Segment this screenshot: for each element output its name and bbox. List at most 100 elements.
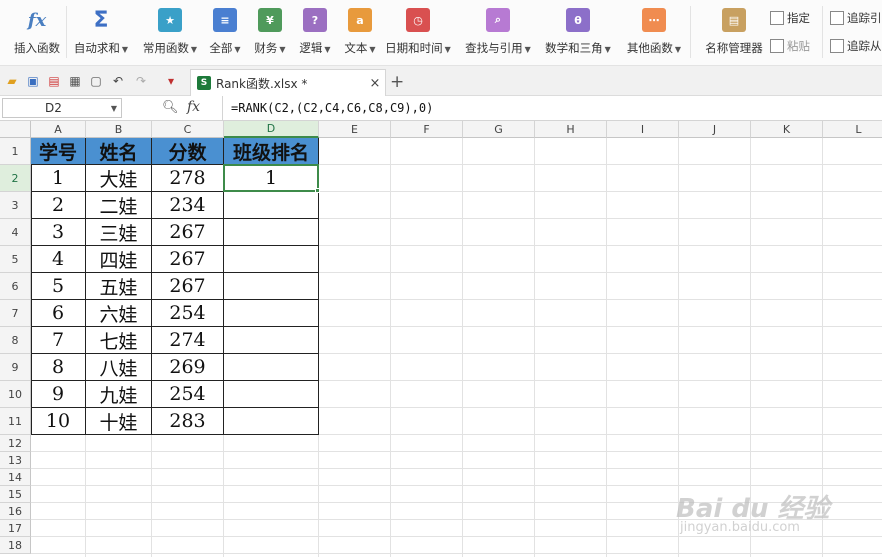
- table-cell[interactable]: [224, 300, 319, 327]
- column-header-C[interactable]: C: [152, 121, 224, 138]
- table-cell[interactable]: 7: [31, 327, 86, 354]
- table-cell[interactable]: 3: [31, 219, 86, 246]
- insert-function-icon[interactable]: fx: [187, 99, 200, 115]
- ribbon-button-6[interactable]: a 文本 ▼: [341, 6, 379, 62]
- document-tab[interactable]: S Rank函数.xlsx * ×: [190, 69, 386, 96]
- table-cell[interactable]: 10: [31, 408, 86, 435]
- ribbon-button-10[interactable]: ⋯ 其他函数 ▼: [622, 6, 686, 62]
- header-cell[interactable]: 学号: [31, 138, 86, 165]
- table-cell[interactable]: 274: [152, 327, 224, 354]
- export-pdf-icon[interactable]: ▤: [46, 73, 62, 89]
- row-header-12[interactable]: 12: [0, 435, 31, 452]
- redo-icon[interactable]: ↷: [133, 73, 149, 89]
- column-header-L[interactable]: L: [823, 121, 882, 138]
- save-icon[interactable]: ▣: [25, 73, 41, 89]
- row-header-16[interactable]: 16: [0, 503, 31, 520]
- name-box[interactable]: D2 ▼: [2, 98, 122, 118]
- ribbon-button-0[interactable]: fx 插入函数: [8, 6, 66, 62]
- column-header-G[interactable]: G: [463, 121, 535, 138]
- new-tab-button[interactable]: +: [390, 72, 404, 92]
- close-tab-icon[interactable]: ×: [365, 76, 385, 91]
- row-header-7[interactable]: 7: [0, 300, 31, 327]
- table-cell[interactable]: [224, 381, 319, 408]
- column-header-A[interactable]: A: [31, 121, 86, 138]
- row-header-2[interactable]: 2: [0, 165, 31, 192]
- table-cell[interactable]: [224, 219, 319, 246]
- column-header-D[interactable]: D: [224, 121, 319, 138]
- table-cell[interactable]: 六娃: [86, 300, 152, 327]
- column-header-I[interactable]: I: [607, 121, 679, 138]
- trace-dependents-button[interactable]: 追踪从: [830, 38, 882, 54]
- table-cell[interactable]: [224, 327, 319, 354]
- row-header-17[interactable]: 17: [0, 520, 31, 537]
- ribbon-button-11[interactable]: ▤ 名称管理器: [700, 6, 768, 62]
- table-cell[interactable]: 五娃: [86, 273, 152, 300]
- table-cell[interactable]: 二娃: [86, 192, 152, 219]
- table-cell[interactable]: 十娃: [86, 408, 152, 435]
- print-icon[interactable]: ▦: [67, 73, 83, 89]
- ribbon-button-3[interactable]: ≡ 全部 ▼: [206, 6, 244, 62]
- formula-input[interactable]: =RANK(C2,(C2,C4,C6,C8,C9),0): [222, 96, 882, 120]
- table-cell[interactable]: 四娃: [86, 246, 152, 273]
- ribbon-button-4[interactable]: ¥ 财务 ▼: [251, 6, 289, 62]
- column-header-K[interactable]: K: [751, 121, 823, 138]
- trace-precedents-button[interactable]: 追踪引: [830, 10, 882, 26]
- row-header-11[interactable]: 11: [0, 408, 31, 435]
- zoom-search-icon[interactable]: 🔍︎: [162, 100, 179, 115]
- column-header-B[interactable]: B: [86, 121, 152, 138]
- print-preview-icon[interactable]: ▢: [88, 73, 104, 89]
- table-cell[interactable]: 6: [31, 300, 86, 327]
- table-cell[interactable]: 八娃: [86, 354, 152, 381]
- table-cell[interactable]: 254: [152, 381, 224, 408]
- table-cell[interactable]: 234: [152, 192, 224, 219]
- ribbon-button-2[interactable]: ★ 常用函数 ▼: [140, 6, 200, 62]
- table-cell[interactable]: 三娃: [86, 219, 152, 246]
- table-cell[interactable]: [224, 273, 319, 300]
- row-header-10[interactable]: 10: [0, 381, 31, 408]
- column-header-E[interactable]: E: [319, 121, 391, 138]
- table-cell[interactable]: 大娃: [86, 165, 152, 192]
- row-header-18[interactable]: 18: [0, 537, 31, 554]
- ribbon-button-8[interactable]: ⌕ 查找与引用 ▼: [462, 6, 534, 62]
- table-cell[interactable]: [224, 192, 319, 219]
- table-cell[interactable]: 278: [152, 165, 224, 192]
- row-header-14[interactable]: 14: [0, 469, 31, 486]
- table-cell[interactable]: 9: [31, 381, 86, 408]
- row-header-9[interactable]: 9: [0, 354, 31, 381]
- row-header-13[interactable]: 13: [0, 452, 31, 469]
- table-cell[interactable]: [224, 246, 319, 273]
- table-cell[interactable]: [224, 354, 319, 381]
- undo-icon[interactable]: ↶: [110, 73, 126, 89]
- ribbon-button-9[interactable]: θ 数学和三角 ▼: [542, 6, 614, 62]
- row-header-3[interactable]: 3: [0, 192, 31, 219]
- row-header-15[interactable]: 15: [0, 486, 31, 503]
- name-box-dropdown-icon[interactable]: ▼: [111, 104, 117, 113]
- table-cell[interactable]: 254: [152, 300, 224, 327]
- table-cell[interactable]: 267: [152, 219, 224, 246]
- paste-button[interactable]: 粘贴: [770, 38, 810, 54]
- table-cell[interactable]: 269: [152, 354, 224, 381]
- open-folder-icon[interactable]: ▰: [4, 73, 20, 89]
- row-header-6[interactable]: 6: [0, 273, 31, 300]
- column-header-F[interactable]: F: [391, 121, 463, 138]
- table-cell[interactable]: 5: [31, 273, 86, 300]
- table-cell[interactable]: [224, 408, 319, 435]
- header-cell[interactable]: 班级排名: [224, 138, 319, 165]
- table-cell[interactable]: 九娃: [86, 381, 152, 408]
- table-cell[interactable]: 4: [31, 246, 86, 273]
- customize-toolbar-icon[interactable]: ▾: [163, 73, 179, 89]
- table-cell[interactable]: 283: [152, 408, 224, 435]
- table-cell[interactable]: 2: [31, 192, 86, 219]
- row-header-1[interactable]: 1: [0, 138, 31, 165]
- specify-button[interactable]: 指定: [770, 10, 810, 26]
- table-cell[interactable]: 七娃: [86, 327, 152, 354]
- select-all-corner[interactable]: [0, 121, 31, 138]
- table-cell[interactable]: 267: [152, 246, 224, 273]
- header-cell[interactable]: 分数: [152, 138, 224, 165]
- row-header-8[interactable]: 8: [0, 327, 31, 354]
- ribbon-button-1[interactable]: Σ 自动求和 ▼: [70, 6, 132, 62]
- column-header-H[interactable]: H: [535, 121, 607, 138]
- header-cell[interactable]: 姓名: [86, 138, 152, 165]
- row-header-5[interactable]: 5: [0, 246, 31, 273]
- row-header-4[interactable]: 4: [0, 219, 31, 246]
